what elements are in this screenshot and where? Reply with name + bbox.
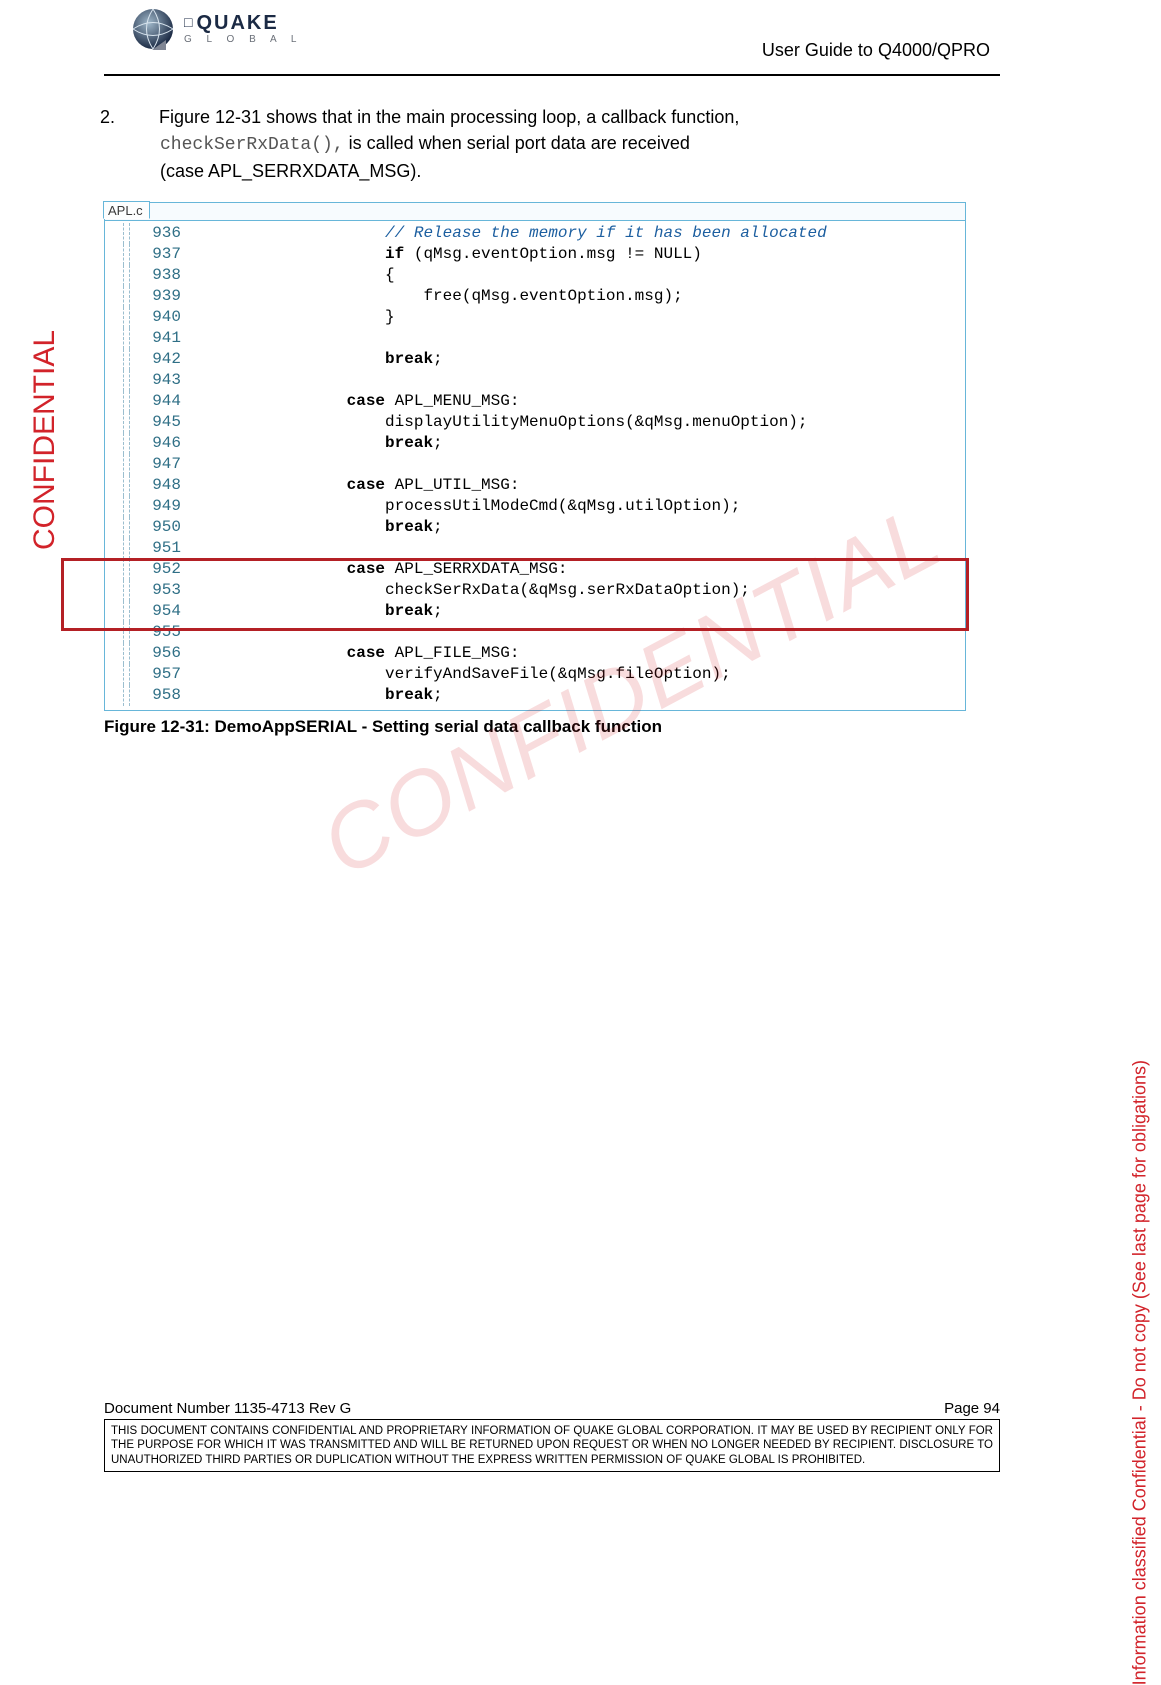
body: 2. Figure 12-31 shows that in the main p… [104,104,1000,737]
code-line: 948 case APL_UTIL_MSG: [105,475,965,496]
code-line: 953 checkSerRxData(&qMsg.serRxDataOption… [105,580,965,601]
code-text: checkSerRxData(&qMsg.serRxDataOption); [193,580,750,601]
page-title: User Guide to Q4000/QPRO [762,40,990,61]
footer-notice: THIS DOCUMENT CONTAINS CONFIDENTIAL AND … [104,1420,1000,1472]
footer-docnum: Document Number 1135-4713 Rev G [104,1400,351,1417]
list-number: 2. [130,104,154,130]
code-text: // Release the memory if it has been all… [193,223,827,244]
code-line: 943 [105,370,965,391]
header-rule [104,74,1000,76]
code-text: break; [193,601,443,622]
code-text: } [193,307,395,328]
globe-icon [130,6,176,52]
code-line: 945 displayUtilityMenuOptions(&qMsg.menu… [105,412,965,433]
watermark-confidential-right: Information classified Confidential - Do… [1129,1060,1150,1685]
code-text: case APL_UTIL_MSG: [193,475,519,496]
code-line: 957 verifyAndSaveFile(&qMsg.fileOption); [105,664,965,685]
code-text: processUtilModeCmd(&qMsg.utilOption); [193,496,740,517]
code-line: 950 break; [105,517,965,538]
code-line: 956 case APL_FILE_MSG: [105,643,965,664]
code-line: 938 { [105,265,965,286]
code-line: 955 [105,622,965,643]
code-line: 944 case APL_MENU_MSG: [105,391,965,412]
code-text: break; [193,685,443,706]
logo: QUAKE G L O B A L [130,6,302,52]
code-text: { [193,265,395,286]
logo-sub: G L O B A L [184,35,302,45]
code-line: 952 case APL_SERRXDATA_MSG: [105,559,965,580]
para-case: (case APL_SERRXDATA_MSG). [160,161,421,181]
code-text: break; [193,433,443,454]
code-line: 951 [105,538,965,559]
logo-brand: QUAKE [184,13,302,33]
code-line: 958 break; [105,685,965,706]
code-line: 941 [105,328,965,349]
code-line: 937 if (qMsg.eventOption.msg != NULL) [105,244,965,265]
code-line: 954 break; [105,601,965,622]
para-text-2: is called when serial port data are rece… [349,133,690,153]
code-text: case APL_MENU_MSG: [193,391,519,412]
footer: Document Number 1135-4713 Rev G Page 94 … [104,1400,1000,1472]
para-text-1: Figure 12-31 shows that in the main proc… [159,107,739,127]
code-text: break; [193,349,443,370]
code-text: displayUtilityMenuOptions(&qMsg.menuOpti… [193,412,808,433]
code-line: 947 [105,454,965,475]
paragraph-2: 2. Figure 12-31 shows that in the main p… [130,104,1000,184]
watermark-confidential-left: CONFIDENTIAL [28,330,62,550]
code-text: verifyAndSaveFile(&qMsg.fileOption); [193,664,731,685]
code-screenshot: APL.c 936 // Release the memory if it ha… [104,202,966,711]
code-tab: APL.c [103,201,150,219]
para-fn: checkSerRxData(), [160,135,344,155]
code-text: break; [193,517,443,538]
code-line: 940 } [105,307,965,328]
logo-text: QUAKE G L O B A L [184,13,302,45]
code-line: 942 break; [105,349,965,370]
figure-caption: Figure 12-31: DemoAppSERIAL - Setting se… [104,717,1000,737]
footer-pagenum: Page 94 [944,1400,1000,1417]
code-text: free(qMsg.eventOption.msg); [193,286,683,307]
code-line: 936 // Release the memory if it has been… [105,223,965,244]
code-line: 939 free(qMsg.eventOption.msg); [105,286,965,307]
code-text: case APL_FILE_MSG: [193,643,519,664]
code-text: if (qMsg.eventOption.msg != NULL) [193,244,702,265]
page: QUAKE G L O B A L User Guide to Q4000/QP… [100,0,1060,1504]
code-text: case APL_SERRXDATA_MSG: [193,559,567,580]
code-line: 946 break; [105,433,965,454]
code-line: 949 processUtilModeCmd(&qMsg.utilOption)… [105,496,965,517]
